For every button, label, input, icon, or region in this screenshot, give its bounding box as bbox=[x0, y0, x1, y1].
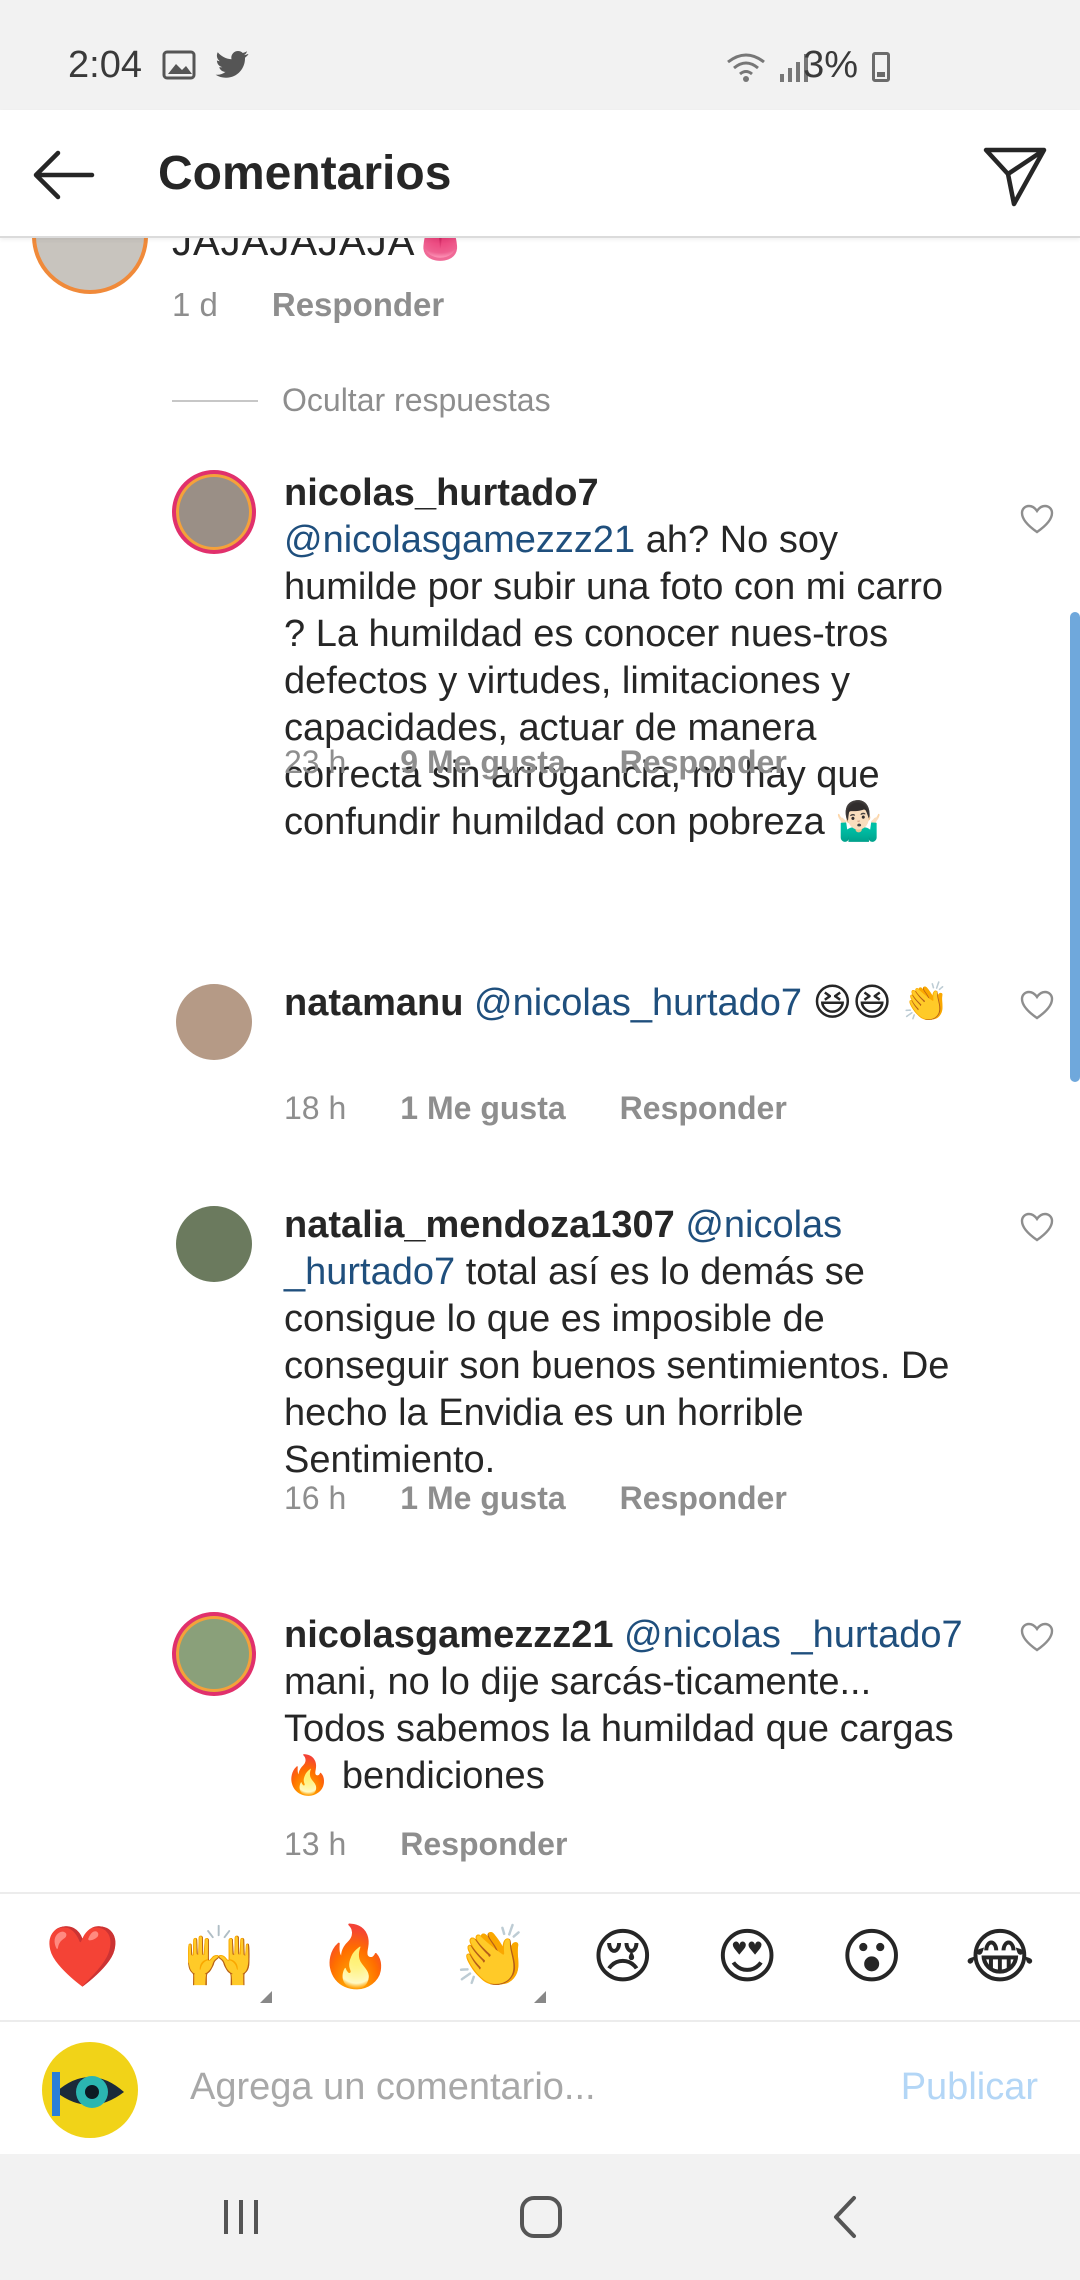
heart-icon[interactable] bbox=[1020, 1622, 1054, 1652]
comment-body: nicolas_hurtado7 @nicolasgamezzz21 ah? N… bbox=[284, 470, 964, 846]
comment-input[interactable]: Agrega un comentario... bbox=[190, 2066, 596, 2109]
list-item: nicolasgamezzz21 @nicolas _hurtado7 mani… bbox=[172, 1612, 1054, 1872]
parent-comment-meta: 1 d Responder bbox=[172, 286, 444, 324]
comment-username[interactable]: nicolas_hurtado7 bbox=[284, 472, 599, 514]
recents-icon[interactable] bbox=[214, 2192, 268, 2242]
battery-icon bbox=[872, 52, 890, 82]
emoji-sad-button[interactable]: 😢 bbox=[591, 1927, 654, 1987]
comment-mention[interactable]: @nicolas_hurtado7 bbox=[474, 982, 802, 1024]
heart-icon[interactable] bbox=[1020, 1212, 1054, 1242]
comment-meta: 16 h 1 Me gusta Responder bbox=[284, 1480, 787, 1517]
twitter-icon bbox=[215, 51, 249, 78]
comment-mention[interactable]: @nicolas _hurtado7 bbox=[624, 1614, 963, 1656]
emoji-heart-button[interactable]: ❤️ bbox=[45, 1927, 120, 1987]
emoji-heart-eyes-button[interactable]: 😍 bbox=[716, 1927, 779, 1987]
comment-username[interactable]: nicolasgamezzz21 bbox=[284, 1614, 613, 1656]
comment-composer: Agrega un comentario... Publicar bbox=[0, 2020, 1080, 2154]
comments-list[interactable]: JAJAJAJAJA👅 1 d Responder Ocultar respue… bbox=[0, 238, 1080, 1892]
avatar[interactable] bbox=[32, 238, 148, 294]
reply-button[interactable]: Responder bbox=[620, 1090, 787, 1127]
emoji: 👅 bbox=[415, 238, 467, 264]
status-right-icons bbox=[726, 52, 812, 82]
reply-button[interactable]: Responder bbox=[620, 1480, 787, 1517]
back-nav-icon[interactable] bbox=[820, 2192, 874, 2242]
divider bbox=[172, 399, 258, 402]
comment-body: natamanu @nicolas_hurtado7 😆😆 👏 bbox=[284, 980, 964, 1027]
comment-text: 😆😆 👏 bbox=[802, 982, 950, 1024]
comment-meta: 13 h Responder bbox=[284, 1826, 567, 1863]
paper-plane-icon[interactable] bbox=[980, 140, 1050, 210]
comment-username[interactable]: natamanu bbox=[284, 982, 463, 1024]
system-nav-bar bbox=[0, 2154, 1080, 2280]
comment-text: ah? No soy humilde por subir una foto co… bbox=[284, 519, 943, 843]
emoji-laugh-button[interactable]: 😂 bbox=[965, 1927, 1035, 1987]
comment-text: mani, no lo dije sarcás-ticamente... Tod… bbox=[284, 1661, 954, 1797]
comment-meta: 23 h 9 Me gusta Responder bbox=[284, 744, 787, 781]
heart-icon[interactable] bbox=[1020, 990, 1054, 1020]
page-title: Comentarios bbox=[158, 147, 452, 200]
status-time: 2:04 bbox=[68, 44, 142, 86]
hide-replies-toggle[interactable]: Ocultar respuestas bbox=[172, 382, 551, 419]
reply-button[interactable]: Responder bbox=[272, 286, 444, 324]
image-icon bbox=[162, 50, 196, 80]
comment-body: natalia_mendoza1307 @nicolas _hurtado7 t… bbox=[284, 1202, 964, 1484]
likes-count[interactable]: 1 Me gusta bbox=[400, 1480, 565, 1517]
wifi-icon bbox=[727, 53, 765, 82]
eye-icon bbox=[52, 2072, 124, 2116]
post-button[interactable]: Publicar bbox=[901, 2066, 1038, 2109]
comment-age: 18 h bbox=[284, 1090, 347, 1126]
list-item: nicolas_hurtado7 @nicolasgamezzz21 ah? N… bbox=[172, 470, 1054, 843]
comment-age: 23 h bbox=[284, 744, 347, 780]
avatar[interactable] bbox=[172, 1612, 256, 1696]
emoji-clap-button[interactable]: 👏 bbox=[455, 1927, 546, 2003]
list-item: natamanu @nicolas_hurtado7 😆😆 👏 18 h 1 M… bbox=[172, 980, 1054, 1130]
avatar[interactable] bbox=[176, 1206, 252, 1282]
arrow-left-icon[interactable] bbox=[28, 140, 98, 210]
reply-button[interactable]: Responder bbox=[400, 1826, 567, 1863]
comment-body: nicolasgamezzz21 @nicolas _hurtado7 mani… bbox=[284, 1612, 964, 1800]
likes-count[interactable]: 1 Me gusta bbox=[400, 1090, 565, 1127]
emoji-raised-hands-button[interactable]: 🙌 bbox=[182, 1927, 272, 2003]
comment-age: 1 d bbox=[172, 286, 218, 323]
comment-age: 16 h bbox=[284, 1480, 347, 1516]
comment-age: 13 h bbox=[284, 1826, 347, 1862]
comment-username[interactable]: natalia_mendoza1307 bbox=[284, 1204, 675, 1246]
list-item: natalia_mendoza1307 @nicolas _hurtado7 t… bbox=[172, 1202, 1054, 1532]
hide-replies-label[interactable]: Ocultar respuestas bbox=[282, 382, 551, 419]
battery-percent: 3% bbox=[803, 44, 858, 86]
parent-comment-text: JAJAJAJAJA👅 bbox=[172, 238, 466, 265]
avatar bbox=[42, 2042, 138, 2138]
emoji-fire-button[interactable]: 🔥 bbox=[318, 1927, 393, 1987]
reply-button[interactable]: Responder bbox=[620, 744, 787, 781]
home-icon[interactable] bbox=[514, 2192, 568, 2242]
heart-icon[interactable] bbox=[1020, 504, 1054, 534]
avatar[interactable] bbox=[172, 470, 256, 554]
comment-mention[interactable]: @nicolasgamezzz21 bbox=[284, 519, 635, 561]
status-left-icons bbox=[162, 50, 250, 80]
likes-count[interactable]: 9 Me gusta bbox=[400, 744, 565, 781]
quick-emoji-bar: ❤️ 🙌 🔥 👏 😢 😍 😮 😂 bbox=[0, 1892, 1080, 2020]
emoji-surprised-button[interactable]: 😮 bbox=[840, 1927, 903, 1987]
scrollbar[interactable] bbox=[1070, 612, 1080, 1082]
status-bar: 2:04 3% bbox=[0, 0, 1080, 110]
comment-meta: 18 h 1 Me gusta Responder bbox=[284, 1090, 787, 1127]
app-bar: Comentarios bbox=[0, 110, 1080, 238]
avatar[interactable] bbox=[176, 984, 252, 1060]
